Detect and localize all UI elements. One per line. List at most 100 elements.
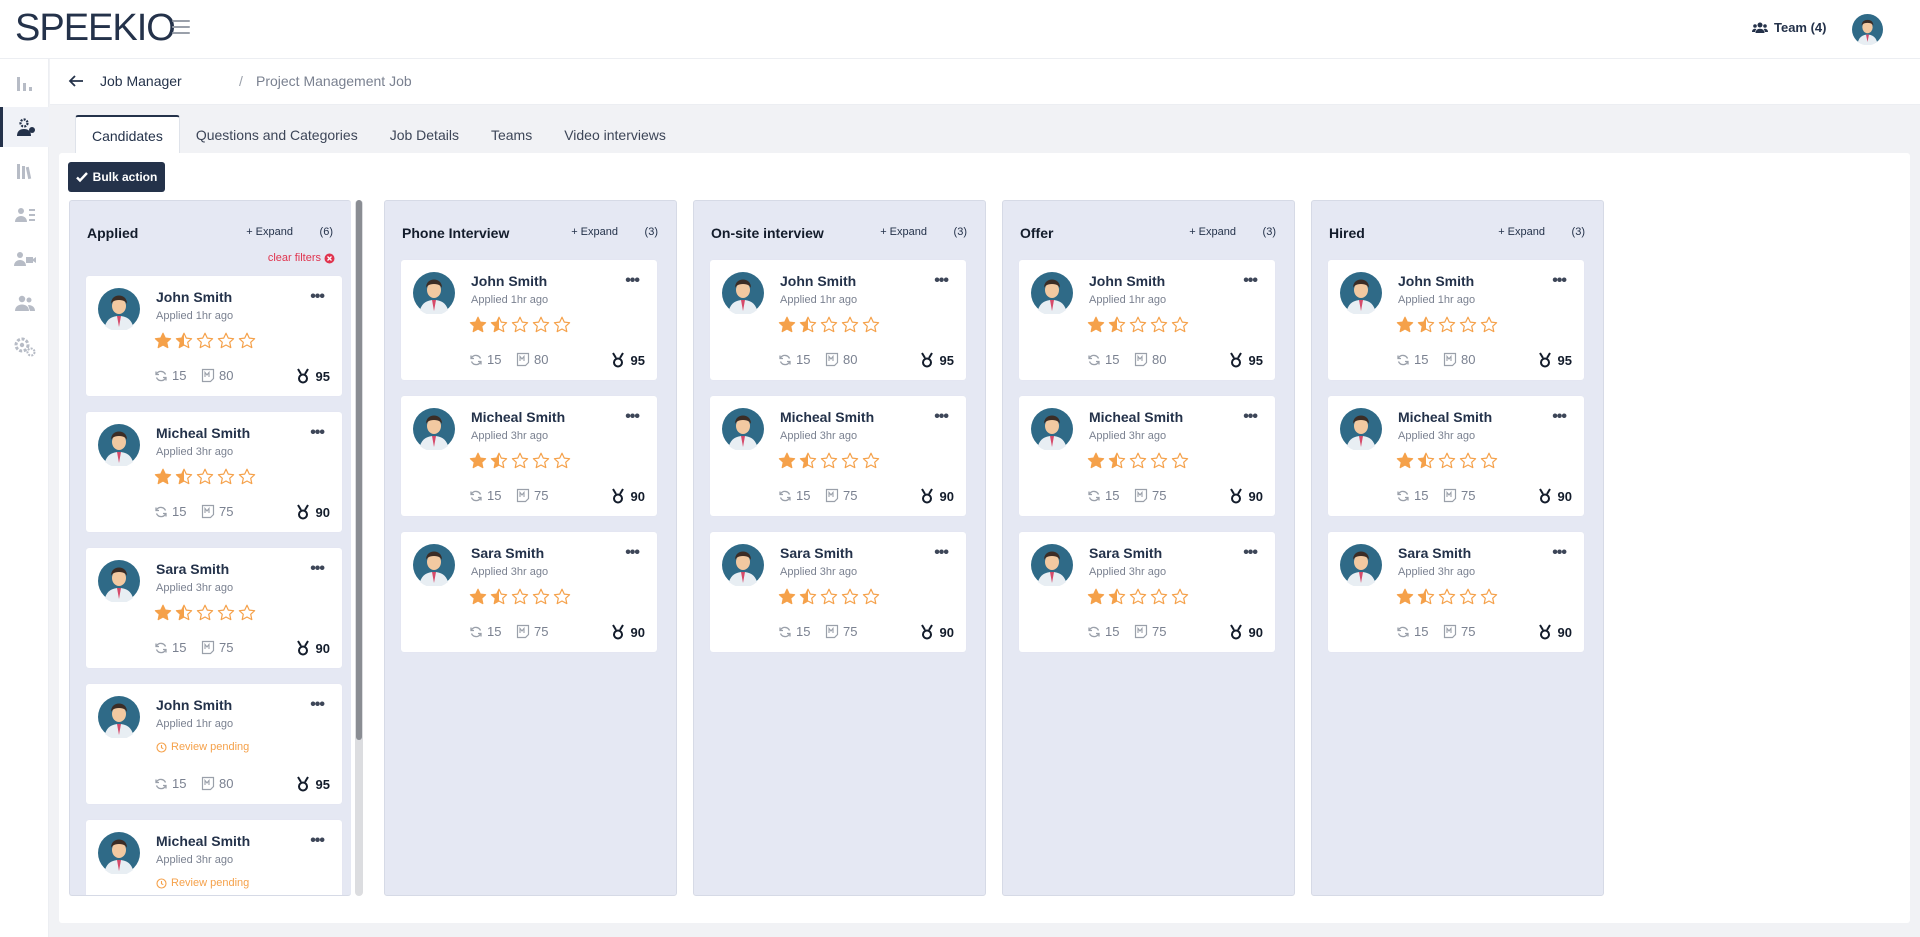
star-filled-icon[interactable] — [1087, 588, 1105, 605]
candidate-card[interactable]: John Smith Applied 1hr ago ••• 15 80 95 — [86, 276, 342, 396]
star-empty-icon[interactable] — [196, 604, 214, 621]
star-filled-icon[interactable] — [469, 316, 487, 333]
sidebar-item-candidates[interactable] — [0, 195, 49, 235]
star-empty-icon[interactable] — [1480, 452, 1498, 469]
star-half-icon[interactable] — [490, 588, 508, 605]
star-empty-icon[interactable] — [1459, 452, 1477, 469]
star-rating[interactable] — [778, 316, 880, 333]
candidate-name[interactable]: Sara Smith — [471, 545, 544, 561]
star-half-icon[interactable] — [175, 604, 193, 621]
star-empty-icon[interactable] — [1171, 316, 1189, 333]
star-rating[interactable] — [1396, 452, 1498, 469]
star-empty-icon[interactable] — [862, 316, 880, 333]
sidebar-item-video[interactable] — [0, 239, 49, 279]
star-rating[interactable] — [1396, 316, 1498, 333]
star-rating[interactable] — [154, 332, 256, 349]
star-empty-icon[interactable] — [1438, 452, 1456, 469]
star-rating[interactable] — [469, 316, 571, 333]
more-options-icon[interactable]: ••• — [934, 544, 949, 562]
candidate-name[interactable]: Micheal Smith — [156, 425, 250, 441]
star-empty-icon[interactable] — [196, 332, 214, 349]
column-scrollbar[interactable] — [355, 200, 363, 896]
candidate-card[interactable]: Sara Smith Applied 3hr ago ••• 15 75 90 — [710, 532, 966, 652]
more-options-icon[interactable]: ••• — [1552, 408, 1567, 426]
candidate-card[interactable]: John Smith Applied 1hr ago ••• 15 80 95 — [401, 260, 657, 380]
more-options-icon[interactable]: ••• — [310, 832, 325, 850]
star-empty-icon[interactable] — [238, 468, 256, 485]
star-half-icon[interactable] — [799, 316, 817, 333]
more-options-icon[interactable]: ••• — [625, 544, 640, 562]
candidate-card[interactable]: Sara Smith Applied 3hr ago ••• 15 75 90 — [401, 532, 657, 652]
star-empty-icon[interactable] — [1129, 588, 1147, 605]
breadcrumb-job-manager[interactable]: Job Manager — [100, 73, 182, 89]
star-empty-icon[interactable] — [532, 316, 550, 333]
more-options-icon[interactable]: ••• — [625, 272, 640, 290]
team-button[interactable]: Team (4) — [1752, 20, 1827, 35]
star-half-icon[interactable] — [1108, 316, 1126, 333]
candidate-name[interactable]: Micheal Smith — [156, 833, 250, 849]
star-filled-icon[interactable] — [1087, 452, 1105, 469]
star-empty-icon[interactable] — [1150, 452, 1168, 469]
candidate-name[interactable]: John Smith — [156, 697, 232, 713]
more-options-icon[interactable]: ••• — [310, 424, 325, 442]
star-empty-icon[interactable] — [841, 588, 859, 605]
tab-teams[interactable]: Teams — [475, 115, 548, 154]
star-half-icon[interactable] — [490, 452, 508, 469]
star-half-icon[interactable] — [490, 316, 508, 333]
candidate-name[interactable]: John Smith — [156, 289, 232, 305]
star-empty-icon[interactable] — [238, 604, 256, 621]
candidate-card[interactable]: John Smith Applied 1hr ago ••• Review pen… — [86, 684, 342, 804]
star-filled-icon[interactable] — [154, 604, 172, 621]
more-options-icon[interactable]: ••• — [1243, 544, 1258, 562]
tab-candidates[interactable]: Candidates — [75, 115, 180, 154]
star-empty-icon[interactable] — [1438, 316, 1456, 333]
expand-button[interactable]: + Expand — [1498, 226, 1545, 238]
candidate-card[interactable]: Micheal Smith Applied 3hr ago ••• 15 75 … — [86, 412, 342, 532]
star-empty-icon[interactable] — [217, 332, 235, 349]
candidate-card[interactable]: Micheal Smith Applied 3hr ago ••• 15 75 … — [401, 396, 657, 516]
more-options-icon[interactable]: ••• — [1243, 408, 1258, 426]
star-empty-icon[interactable] — [1150, 588, 1168, 605]
more-options-icon[interactable]: ••• — [1552, 544, 1567, 562]
user-avatar[interactable] — [1852, 14, 1883, 45]
star-empty-icon[interactable] — [820, 316, 838, 333]
star-empty-icon[interactable] — [553, 452, 571, 469]
star-rating[interactable] — [469, 452, 571, 469]
sidebar-item-users[interactable] — [0, 283, 49, 323]
candidate-name[interactable]: Micheal Smith — [1398, 409, 1492, 425]
star-rating[interactable] — [154, 468, 256, 485]
star-filled-icon[interactable] — [778, 588, 796, 605]
star-rating[interactable] — [1396, 588, 1498, 605]
candidate-card[interactable]: Micheal Smith Applied 3hr ago ••• 15 75 … — [1328, 396, 1584, 516]
bulk-action-button[interactable]: Bulk action — [68, 162, 165, 192]
star-empty-icon[interactable] — [1438, 588, 1456, 605]
star-empty-icon[interactable] — [1459, 316, 1477, 333]
sidebar-item-dashboard[interactable] — [0, 63, 49, 103]
candidate-card[interactable]: Micheal Smith Applied 3hr ago ••• Review … — [86, 820, 342, 895]
star-empty-icon[interactable] — [841, 452, 859, 469]
candidate-name[interactable]: Micheal Smith — [471, 409, 565, 425]
candidate-card[interactable]: John Smith Applied 1hr ago ••• 15 80 95 — [1019, 260, 1275, 380]
clear-filters-button[interactable]: clear filters — [268, 252, 335, 264]
star-empty-icon[interactable] — [862, 588, 880, 605]
tab-job-details[interactable]: Job Details — [374, 115, 475, 154]
more-options-icon[interactable]: ••• — [934, 408, 949, 426]
star-half-icon[interactable] — [799, 588, 817, 605]
star-half-icon[interactable] — [1108, 452, 1126, 469]
sidebar-item-settings[interactable] — [0, 327, 49, 367]
star-rating[interactable] — [778, 452, 880, 469]
star-filled-icon[interactable] — [469, 452, 487, 469]
star-filled-icon[interactable] — [1396, 316, 1414, 333]
star-filled-icon[interactable] — [154, 468, 172, 485]
candidate-card[interactable]: John Smith Applied 1hr ago ••• 15 80 95 — [710, 260, 966, 380]
candidate-name[interactable]: Micheal Smith — [1089, 409, 1183, 425]
star-half-icon[interactable] — [1417, 316, 1435, 333]
star-empty-icon[interactable] — [217, 604, 235, 621]
expand-button[interactable]: + Expand — [571, 226, 618, 238]
star-half-icon[interactable] — [175, 468, 193, 485]
star-half-icon[interactable] — [175, 332, 193, 349]
candidate-card[interactable]: Sara Smith Applied 3hr ago ••• 15 75 90 — [86, 548, 342, 668]
candidate-name[interactable]: John Smith — [780, 273, 856, 289]
expand-button[interactable]: + Expand — [880, 226, 927, 238]
star-filled-icon[interactable] — [1396, 452, 1414, 469]
